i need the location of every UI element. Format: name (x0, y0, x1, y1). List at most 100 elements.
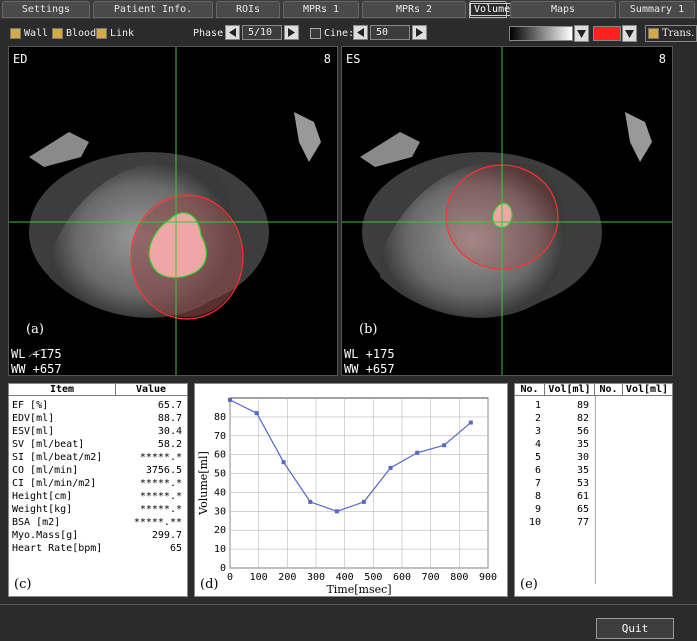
link-check-square (96, 27, 107, 39)
lut-dropdown-button[interactable] (574, 25, 589, 42)
results-item: Height[cm] (12, 491, 73, 502)
grayscale-lut-bar[interactable] (509, 26, 573, 41)
tab-volume[interactable]: Volume (469, 1, 515, 18)
phase-prev-button[interactable] (225, 25, 240, 40)
data-point (254, 411, 259, 416)
volume-value: 56 (576, 426, 589, 437)
results-item: BSA [m2] (12, 517, 61, 528)
tab-maps[interactable]: Maps (510, 1, 616, 18)
x-tick-label: 700 (422, 572, 440, 583)
volumes-table: No. Vol[ml] No. Vol[ml] 1 89 2 82 3 56 4 35 5 30 6… (514, 383, 673, 597)
cine-next-button[interactable] (412, 25, 427, 40)
volume-value: 65 (576, 504, 589, 515)
volume-row: 6 35 (515, 464, 672, 477)
results-item: CI [ml/min/m2] (12, 478, 97, 489)
ed-slice-number: 8 (323, 52, 331, 66)
wall-label: Wall (24, 27, 49, 39)
y-tick-label: 80 (214, 412, 226, 423)
volumes-column-divider (595, 396, 596, 584)
results-value: 30.4 (157, 426, 182, 437)
phase-next-button[interactable] (284, 25, 299, 40)
blood-checkbox[interactable]: Blood (52, 25, 96, 41)
results-item: SI [ml/beat/m2] (12, 452, 103, 463)
volume-no: 2 (534, 413, 541, 424)
results-item: Myo.Mass[g] (12, 530, 79, 541)
data-point (308, 499, 313, 504)
results-row: CO [ml/min] 3756.5 (9, 464, 187, 477)
results-panel-label: (c) (14, 577, 32, 592)
y-tick-label: 60 (214, 450, 226, 461)
es-image-panel[interactable]: ES 8 (b) WL +175 WW +657 (341, 46, 673, 376)
data-point (415, 450, 420, 455)
x-tick-label: 400 (336, 572, 354, 583)
volume-no: 4 (534, 439, 541, 450)
tab-patient-info[interactable]: Patient Info. (93, 1, 213, 18)
volume-no: 5 (534, 452, 541, 463)
x-tick-label: 900 (479, 572, 497, 583)
results-item: Heart Rate[bpm] (12, 543, 103, 554)
cine-check-square (310, 27, 321, 39)
tab-mprs-1[interactable]: MPRs 1 (283, 1, 359, 18)
link-checkbox[interactable]: Link (96, 25, 134, 41)
color-dropdown-button[interactable] (622, 25, 637, 42)
tab-summary-1[interactable]: Summary 1 (619, 1, 695, 18)
plot-area (229, 397, 489, 569)
results-row: Heart Rate[bpm] 65 (9, 542, 187, 555)
y-tick-label: 30 (214, 506, 226, 517)
tab-rois[interactable]: ROIs (216, 1, 280, 18)
results-value: 58.2 (157, 439, 182, 450)
es-panel-label: (b) (359, 322, 378, 337)
volume-row: 7 53 (515, 477, 672, 490)
x-tick-label: 300 (307, 572, 325, 583)
x-tick-label: 500 (364, 572, 382, 583)
tab-settings[interactable]: Settings (2, 1, 90, 18)
results-value: *****.* (139, 452, 182, 463)
volume-no: 6 (534, 465, 541, 476)
volume-row: 9 65 (515, 503, 672, 516)
results-value: 65 (169, 543, 182, 554)
trans-checkbox[interactable]: Trans. (645, 25, 697, 42)
results-row: EF [%] 65.7 (9, 399, 187, 412)
volume-value: 35 (576, 439, 589, 450)
results-item: EDV[ml] (12, 413, 55, 424)
cine-prev-button[interactable] (353, 25, 368, 40)
es-phase-label: ES (346, 52, 361, 66)
data-point (468, 420, 473, 425)
results-row: Height[cm] *****.* (9, 490, 187, 503)
x-tick-label: 800 (450, 572, 468, 583)
ed-panel-label: (a) (26, 322, 44, 337)
results-row: ESV[ml] 30.4 (9, 425, 187, 438)
chart-panel-label: (d) (200, 577, 219, 592)
x-tick-label: 100 (250, 572, 268, 583)
quit-button[interactable]: Quit (596, 618, 674, 639)
volume-no: 9 (534, 504, 541, 515)
wall-checkbox[interactable]: Wall (10, 25, 48, 41)
es-window-level: WL +175 (344, 347, 395, 361)
results-rows: EF [%] 65.7 EDV[ml] 88.7 ESV[ml] 30.4 SV [ml/b… (9, 396, 187, 555)
volume-no: 10 (528, 517, 541, 528)
x-tick-label: 0 (227, 572, 233, 583)
cine-checkbox[interactable]: Cine: (310, 25, 354, 41)
results-row: Weight[kg] *****.* (9, 503, 187, 516)
x-tick-label: 200 (278, 572, 296, 583)
ed-image-panel[interactable]: ED 8 (a) WL +175 WW +657 (8, 46, 338, 376)
wall-check-square (10, 27, 21, 39)
ed-window-width: WW +657 (11, 362, 62, 376)
cine-value: 50 (370, 25, 410, 40)
cine-label: Cine: (324, 27, 355, 39)
results-header-item: Item (9, 384, 116, 395)
results-table-header: Item Value (9, 384, 187, 396)
color-swatch[interactable] (593, 26, 621, 41)
volume-no: 1 (534, 400, 541, 411)
phase-label: Phase: (193, 28, 230, 39)
results-table: Item Value EF [%] 65.7 EDV[ml] 88.7 ESV[ml] 3… (8, 383, 188, 597)
volume-row: 8 61 (515, 490, 672, 503)
results-value: *****.* (139, 504, 182, 515)
y-tick-label: 50 (214, 469, 226, 480)
tab-mprs-2[interactable]: MPRs 2 (362, 1, 466, 18)
volume-no: 8 (534, 491, 541, 502)
results-value: *****.* (139, 478, 182, 489)
results-item: ESV[ml] (12, 426, 55, 437)
arrow-left-icon (357, 28, 364, 37)
volume-row: 10 77 (515, 516, 672, 529)
